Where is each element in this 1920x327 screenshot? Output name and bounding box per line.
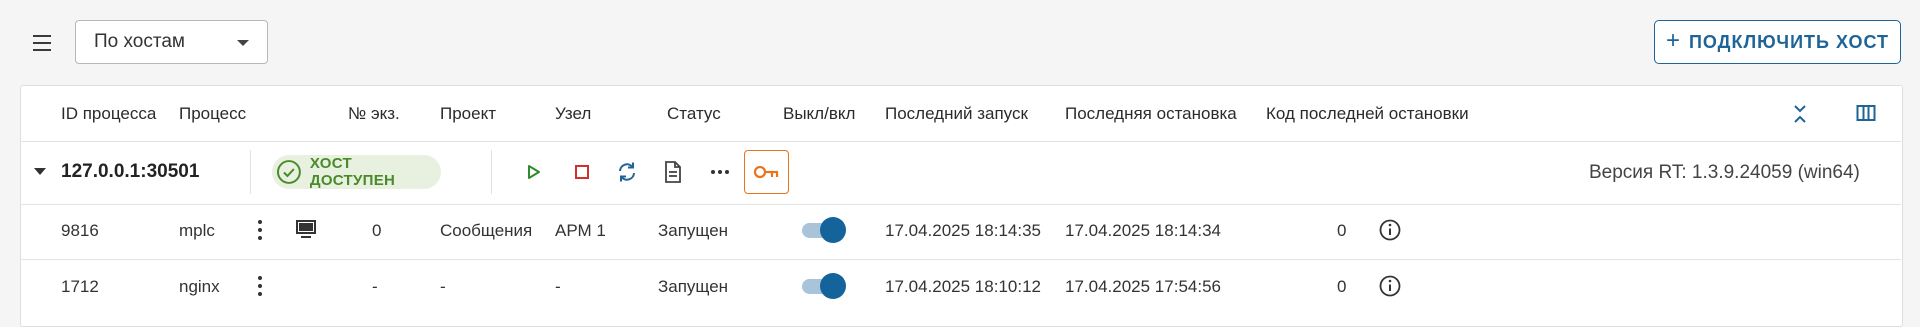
- group-by-select-value: По хостам: [94, 31, 185, 52]
- connect-host-label: ПОДКЛЮЧИТЬ ХОСТ: [1688, 31, 1890, 52]
- more-horizontal-icon[interactable]: [709, 162, 731, 182]
- rt-version: Версия RT: 1.3.9.24059 (win64): [1589, 162, 1860, 183]
- cell-instance: -: [372, 277, 378, 296]
- cell-process: nginx: [179, 277, 220, 296]
- cell-instance: 0: [372, 221, 382, 240]
- col-header-last-start[interactable]: Последний запуск: [885, 104, 1028, 124]
- host-address: 127.0.0.1:30501: [61, 161, 200, 182]
- divider: [491, 150, 492, 194]
- more-vertical-icon[interactable]: [250, 274, 270, 298]
- stop-icon[interactable]: [573, 163, 591, 181]
- menu-icon[interactable]: [26, 30, 58, 56]
- toggle-knob: [820, 217, 846, 243]
- host-status-badge: ХОСТ ДОСТУПЕН: [272, 155, 441, 189]
- cell-pid: 9816: [61, 221, 99, 240]
- connect-host-button[interactable]: + ПОДКЛЮЧИТЬ ХОСТ: [1654, 20, 1901, 64]
- cell-status: Запущен: [658, 221, 729, 240]
- cell-project: -: [440, 277, 446, 296]
- monitor-icon[interactable]: [294, 218, 318, 240]
- cell-stop-code: 0: [1337, 221, 1347, 240]
- more-vertical-icon[interactable]: [250, 218, 270, 242]
- col-header-instance[interactable]: № экз.: [348, 104, 400, 124]
- cell-pid: 1712: [61, 277, 99, 296]
- divider: [20, 204, 1901, 205]
- document-icon[interactable]: [662, 160, 684, 184]
- info-icon[interactable]: [1378, 218, 1402, 242]
- col-header-project[interactable]: Проект: [440, 104, 496, 124]
- cell-last-start: 17.04.2025 18:10:12: [885, 277, 1041, 296]
- col-header-stop-code[interactable]: Код последней остановки: [1266, 104, 1469, 124]
- host-status-label: ХОСТ ДОСТУПЕН: [309, 155, 396, 189]
- expand-caret-icon[interactable]: [33, 166, 47, 178]
- col-header-node[interactable]: Узел: [555, 104, 591, 124]
- process-enable-toggle[interactable]: [800, 215, 846, 245]
- check-circle-icon: [276, 160, 301, 184]
- process-enable-toggle[interactable]: [800, 271, 846, 301]
- key-icon: [753, 165, 778, 179]
- col-header-process[interactable]: Процесс: [179, 104, 246, 124]
- info-icon[interactable]: [1378, 274, 1402, 298]
- col-header-toggle[interactable]: Выкл/вкл: [783, 104, 855, 124]
- play-icon[interactable]: [526, 162, 542, 182]
- restart-icon[interactable]: [615, 160, 639, 184]
- columns-icon[interactable]: [1856, 104, 1876, 122]
- group-by-select[interactable]: По хостам: [75, 20, 268, 64]
- cell-project: Сообщения: [440, 221, 533, 240]
- divider: [20, 259, 1901, 260]
- divider: [250, 150, 251, 194]
- toggle-knob: [820, 273, 846, 299]
- col-header-pid[interactable]: ID процесса: [61, 104, 156, 124]
- cell-process: mplc: [179, 221, 215, 240]
- cell-node: АРМ 1: [555, 221, 606, 240]
- plus-icon: +: [1665, 27, 1681, 54]
- key-button[interactable]: [744, 150, 789, 194]
- cell-last-start: 17.04.2025 18:14:35: [885, 221, 1041, 240]
- cell-node: -: [555, 277, 561, 296]
- cell-stop-code: 0: [1337, 277, 1347, 296]
- cell-status: Запущен: [658, 277, 729, 296]
- divider: [20, 141, 1901, 142]
- chevron-down-icon: [237, 40, 249, 46]
- cell-last-stop: 17.04.2025 18:14:34: [1065, 221, 1221, 240]
- col-header-status[interactable]: Статус: [667, 104, 721, 124]
- collapse-all-icon[interactable]: [1790, 102, 1810, 126]
- cell-last-stop: 17.04.2025 17:54:56: [1065, 277, 1221, 296]
- col-header-last-stop[interactable]: Последняя остановка: [1065, 104, 1237, 124]
